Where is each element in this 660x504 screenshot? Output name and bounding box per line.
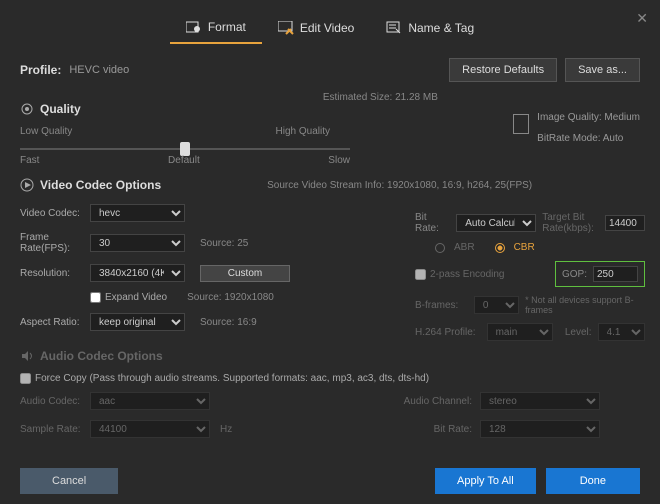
sample-rate-label: Sample Rate:	[20, 424, 90, 435]
quality-info: Image Quality: Medium BitRate Mode: Auto	[537, 108, 640, 154]
image-quality: Image Quality: Medium	[537, 112, 640, 123]
frame-rate-source: Source: 25	[200, 238, 290, 249]
done-button[interactable]: Done	[546, 468, 640, 494]
high-quality-label: High Quality	[276, 126, 330, 137]
tab-format[interactable]: Format	[170, 12, 262, 44]
expand-video-checkbox[interactable]: Expand Video	[90, 292, 167, 303]
format-icon	[186, 20, 202, 34]
audio-channel-select[interactable]: stereo	[480, 392, 600, 410]
profile-label: Profile:	[20, 63, 61, 77]
tab-label: Format	[208, 20, 246, 34]
abr-radio[interactable]	[435, 243, 445, 253]
b-frames-select[interactable]: 0	[474, 296, 519, 314]
gop-input[interactable]	[593, 266, 638, 282]
tab-edit-video[interactable]: Edit Video	[262, 12, 371, 44]
aspect-ratio-label: Aspect Ratio:	[20, 317, 90, 328]
audio-codec-select[interactable]: aac	[90, 392, 210, 410]
tab-label: Name & Tag	[408, 21, 474, 35]
close-icon[interactable]: ✕	[636, 10, 648, 27]
target-bitrate-input[interactable]	[605, 215, 645, 231]
source-stream-info: Source Video Stream Info: 1920x1080, 16:…	[267, 180, 532, 191]
quality-slider[interactable]	[20, 148, 350, 150]
tab-bar: Format Edit Video Name & Tag ✕	[0, 0, 660, 44]
aspect-ratio-source: Source: 16:9	[200, 317, 290, 328]
bit-rate-label: Bit Rate:	[415, 212, 450, 234]
video-icon	[20, 178, 34, 192]
slow-label: Slow	[328, 155, 350, 166]
gop-label: GOP:	[562, 269, 587, 280]
resolution-select[interactable]: 3840x2160 (4K)	[90, 264, 185, 282]
low-quality-label: Low Quality	[20, 126, 72, 137]
hz-label: Hz	[220, 424, 280, 435]
profile-row: Profile: HEVC video Restore Defaults Sav…	[0, 44, 660, 92]
resolution-label: Resolution:	[20, 268, 90, 279]
name-tag-icon	[386, 21, 402, 35]
audio-bitrate-select[interactable]: 128	[480, 420, 600, 438]
tab-name-tag[interactable]: Name & Tag	[370, 12, 490, 44]
target-bitrate-label: Target Bit Rate(kbps):	[542, 212, 599, 234]
level-select[interactable]: 4.1	[598, 323, 645, 341]
document-icon	[513, 114, 529, 134]
fast-label: Fast	[20, 155, 39, 166]
h264-profile-select[interactable]: main	[487, 323, 553, 341]
h264-profile-label: H.264 Profile:	[415, 327, 481, 338]
restore-defaults-button[interactable]: Restore Defaults	[449, 58, 557, 82]
audio-channel-label: Audio Channel:	[280, 396, 480, 407]
b-frames-note: * Not all devices support B-frames	[525, 295, 645, 315]
frame-rate-select[interactable]: 30	[90, 234, 185, 252]
audio-icon	[20, 349, 34, 363]
resolution-source: Source: 1920x1080	[187, 292, 274, 303]
save-as-button[interactable]: Save as...	[565, 58, 640, 82]
video-codec-title: Video Codec Options Source Video Stream …	[0, 174, 660, 196]
audio-bitrate-label: Bit Rate:	[280, 424, 480, 435]
gop-box: GOP:	[555, 261, 645, 287]
video-codec-select[interactable]: hevc	[90, 204, 185, 222]
level-label: Level:	[565, 327, 592, 338]
custom-resolution-button[interactable]: Custom	[200, 265, 290, 282]
apply-to-all-button[interactable]: Apply To All	[435, 468, 536, 494]
gear-icon	[20, 102, 34, 116]
frame-rate-label: Frame Rate(FPS):	[20, 232, 90, 254]
profile-value: HEVC video	[69, 64, 129, 76]
audio-codec-label: Audio Codec:	[20, 396, 90, 407]
b-frames-label: B-frames:	[415, 300, 468, 311]
estimated-size: Estimated Size: 21.28 MB	[101, 92, 660, 103]
edit-video-icon	[278, 21, 294, 35]
force-copy-checkbox[interactable]: Force Copy (Pass through audio streams. …	[20, 373, 640, 384]
bit-rate-select[interactable]: Auto Calculate	[456, 214, 536, 232]
video-codec-label: Video Codec:	[20, 208, 90, 219]
quality-title: Quality	[0, 98, 101, 120]
sample-rate-select[interactable]: 44100	[90, 420, 210, 438]
default-label: Default	[168, 155, 200, 166]
aspect-ratio-select[interactable]: keep original	[90, 313, 185, 331]
two-pass-checkbox[interactable]: 2-pass Encoding	[415, 269, 505, 280]
cancel-button[interactable]: Cancel	[20, 468, 118, 494]
bitrate-mode: BitRate Mode: Auto	[537, 133, 640, 144]
cbr-radio[interactable]	[495, 243, 505, 253]
tab-label: Edit Video	[300, 21, 355, 35]
